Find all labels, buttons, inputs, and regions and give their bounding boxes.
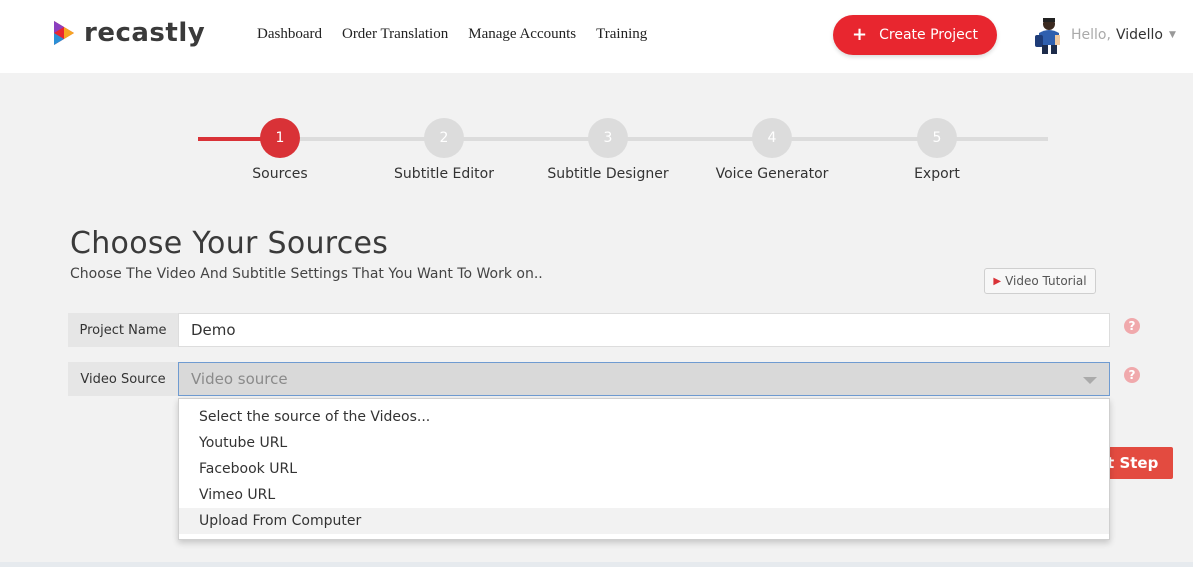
- step-number: 1: [260, 118, 300, 158]
- step-number: 5: [917, 118, 957, 158]
- page-subtitle: Choose The Video And Subtitle Settings T…: [70, 266, 543, 282]
- nav-training[interactable]: Training: [596, 26, 647, 43]
- create-project-button[interactable]: + Create Project: [833, 15, 997, 55]
- step-sources[interactable]: 1 Sources: [200, 118, 360, 182]
- brand-logo[interactable]: recastly: [52, 18, 205, 48]
- step-subtitle-editor[interactable]: 2 Subtitle Editor: [364, 118, 524, 182]
- project-name-input[interactable]: Demo: [178, 313, 1110, 347]
- step-subtitle-designer[interactable]: 3 Subtitle Designer: [528, 118, 688, 182]
- step-label: Subtitle Designer: [547, 166, 669, 182]
- video-source-row: Video Source Video source: [68, 362, 1110, 396]
- step-export[interactable]: 5 Export: [857, 118, 1017, 182]
- caret-down-icon: ▼: [1168, 30, 1176, 40]
- step-number: 2: [424, 118, 464, 158]
- dropdown-option-placeholder[interactable]: Select the source of the Videos...: [179, 404, 1109, 430]
- avatar: [1035, 18, 1060, 54]
- play-triangle-logo-icon: [54, 21, 74, 45]
- video-source-select[interactable]: Video source: [178, 362, 1110, 396]
- username-text: Vidello: [1115, 27, 1163, 43]
- step-label: Sources: [252, 166, 308, 182]
- user-menu[interactable]: Hello, Vidello ▼: [1029, 15, 1176, 55]
- help-icon[interactable]: ?: [1124, 318, 1140, 334]
- project-name-label: Project Name: [68, 313, 178, 347]
- create-project-label: Create Project: [879, 27, 978, 43]
- video-tutorial-button[interactable]: ▶ Video Tutorial: [984, 268, 1096, 294]
- main-nav: Dashboard Order Translation Manage Accou…: [257, 26, 667, 43]
- dropdown-option-upload[interactable]: Upload From Computer: [179, 508, 1109, 534]
- project-name-row: Project Name Demo: [68, 313, 1110, 347]
- play-icon: ▶: [993, 275, 1002, 287]
- footer-divider: [0, 562, 1193, 567]
- nav-dashboard[interactable]: Dashboard: [257, 26, 322, 43]
- top-header: recastly Dashboard Order Translation Man…: [0, 0, 1193, 73]
- video-source-placeholder: Video source: [191, 370, 288, 388]
- video-tutorial-label: Video Tutorial: [1005, 274, 1087, 288]
- dropdown-option-facebook[interactable]: Facebook URL: [179, 456, 1109, 482]
- brand-name: recastly: [84, 18, 206, 48]
- dropdown-option-vimeo[interactable]: Vimeo URL: [179, 482, 1109, 508]
- plus-icon: +: [852, 24, 868, 45]
- nav-manage-accounts[interactable]: Manage Accounts: [468, 26, 576, 43]
- progress-stepper: 1 Sources 2 Subtitle Editor 3 Subtitle D…: [198, 118, 1048, 188]
- dropdown-option-youtube[interactable]: Youtube URL: [179, 430, 1109, 456]
- help-icon[interactable]: ?: [1124, 367, 1140, 383]
- nav-order-translation[interactable]: Order Translation: [342, 26, 448, 43]
- chevron-down-icon: [1083, 377, 1097, 384]
- step-voice-generator[interactable]: 4 Voice Generator: [692, 118, 852, 182]
- step-number: 3: [588, 118, 628, 158]
- step-label: Voice Generator: [715, 166, 829, 182]
- video-source-dropdown: Select the source of the Videos... Youtu…: [178, 398, 1110, 540]
- step-label: Export: [914, 166, 960, 182]
- greeting-text: Hello,: [1071, 27, 1111, 43]
- step-label: Subtitle Editor: [394, 166, 494, 182]
- page-title: Choose Your Sources: [70, 226, 389, 261]
- video-source-label: Video Source: [68, 362, 178, 396]
- step-number: 4: [752, 118, 792, 158]
